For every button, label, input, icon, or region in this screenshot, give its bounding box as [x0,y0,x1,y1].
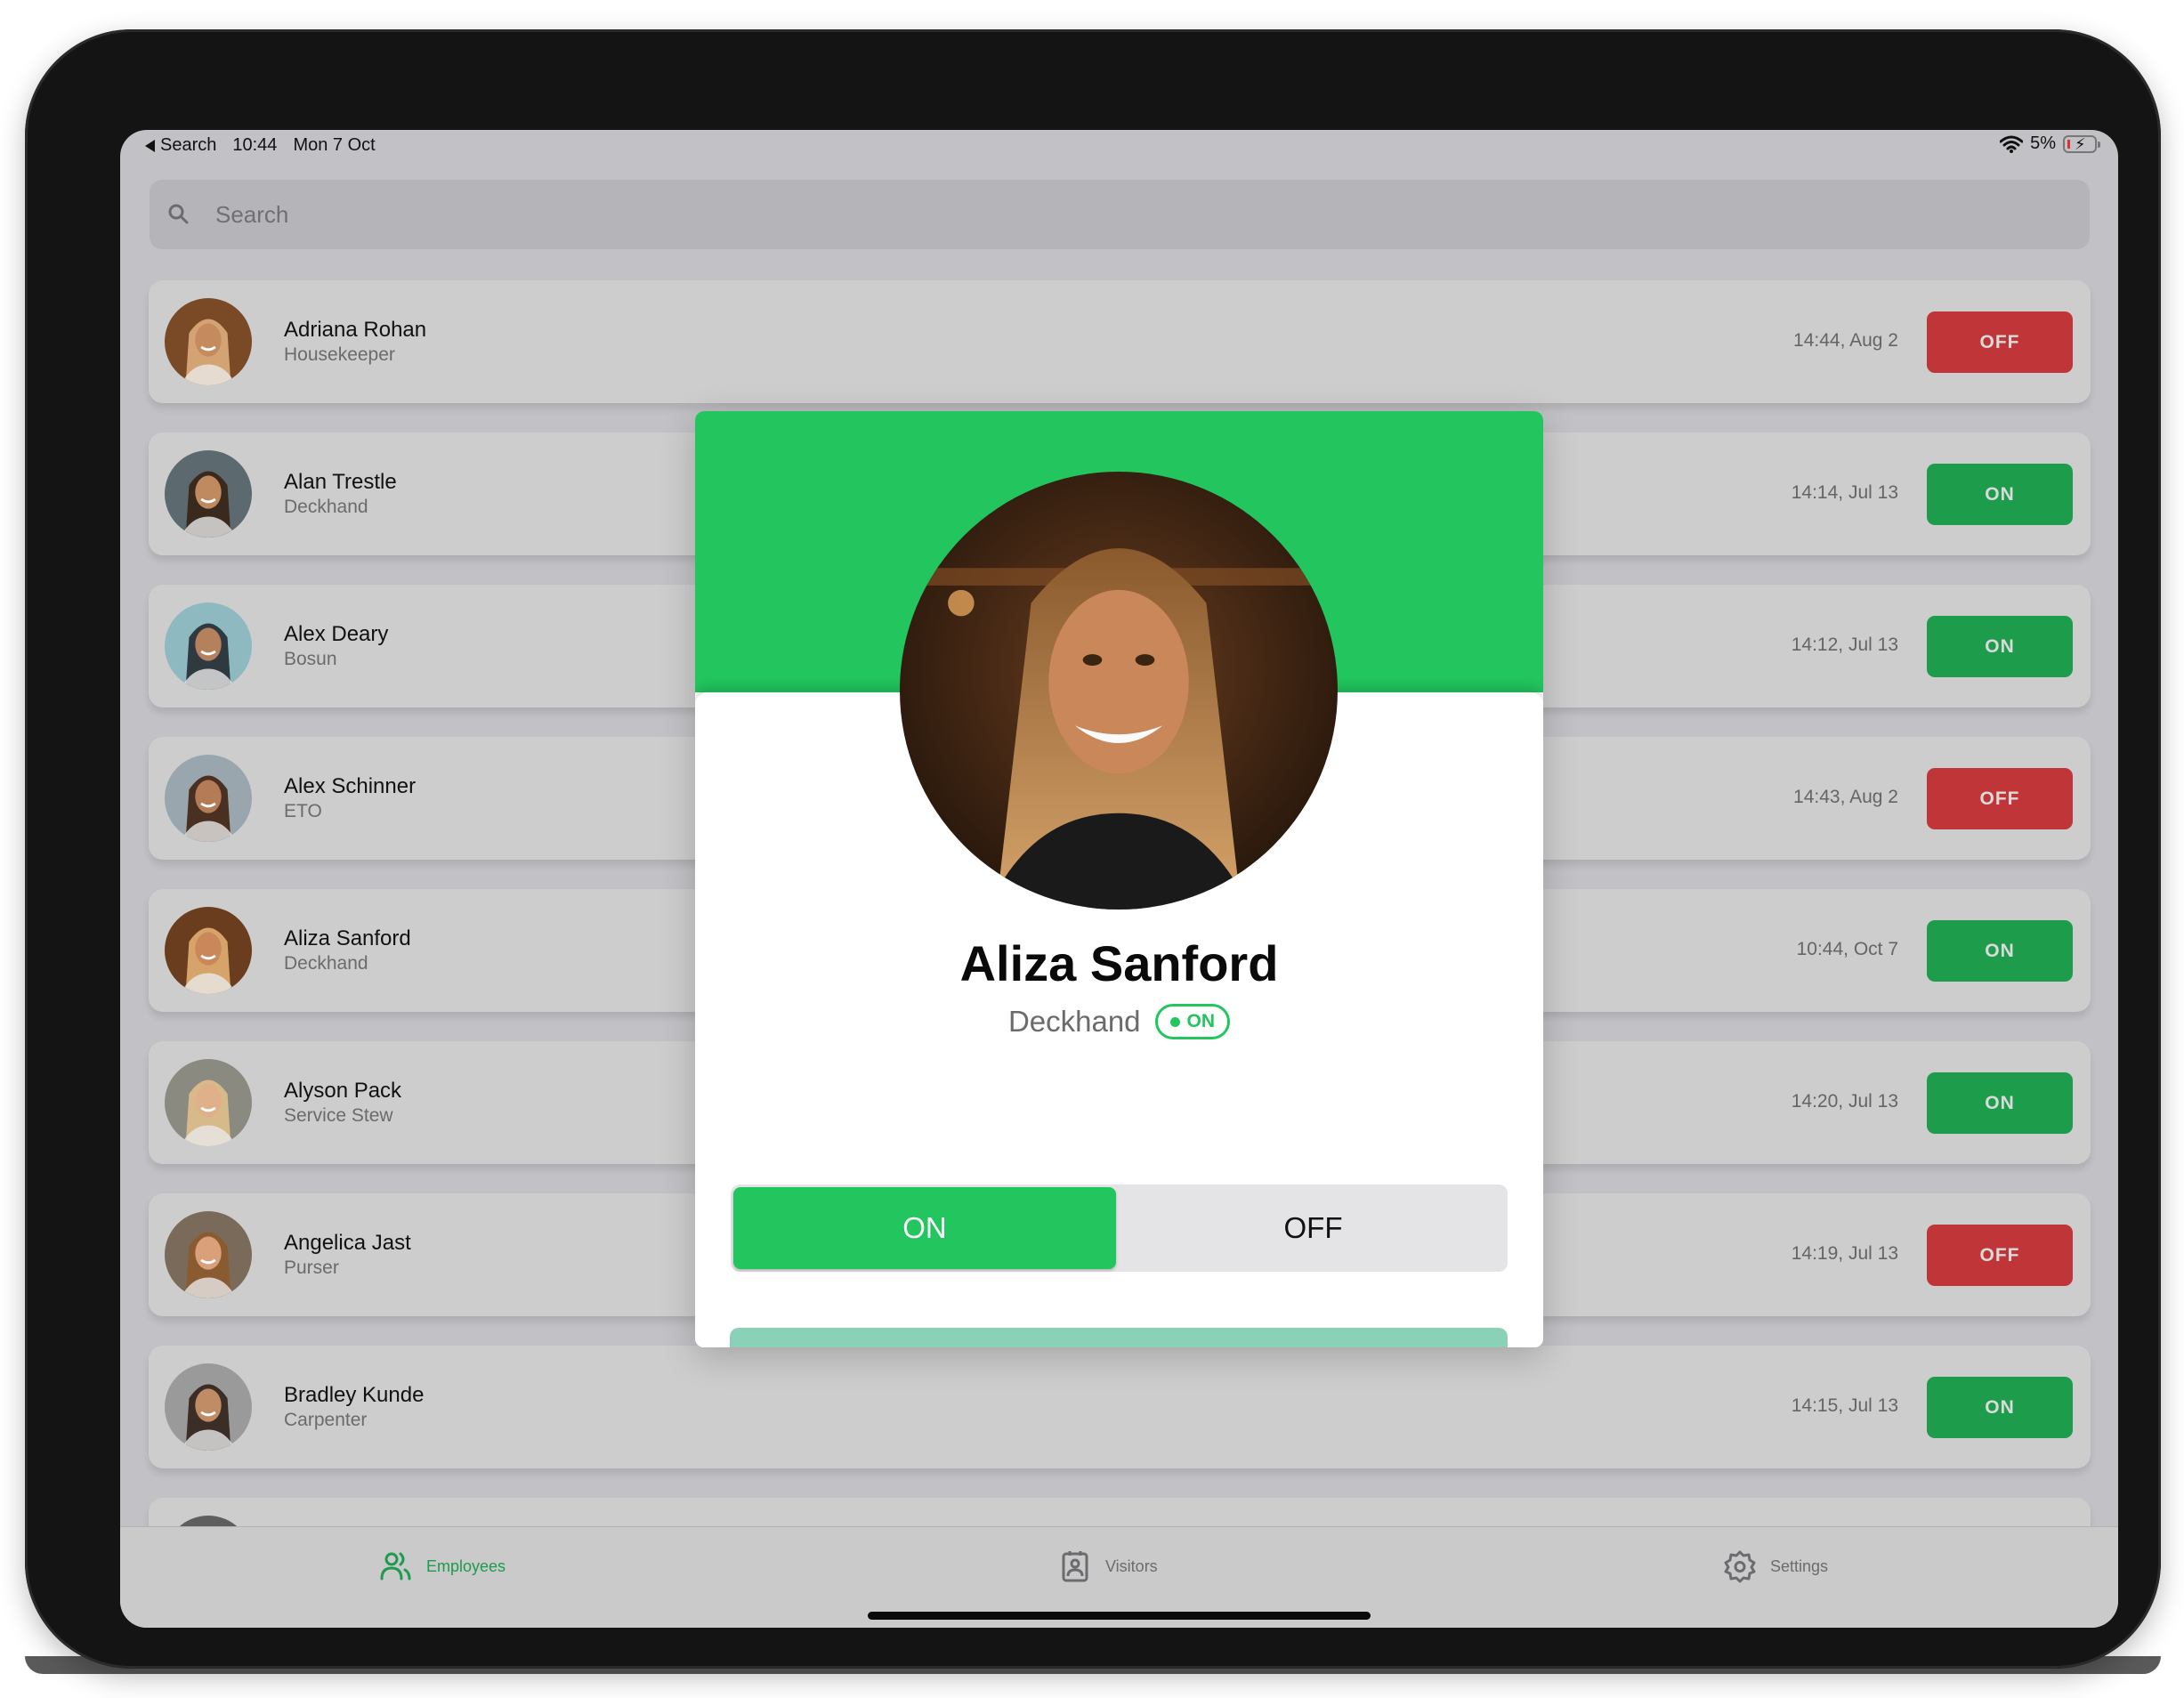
employee-status-modal: Aliza Sanford Deckhand ON ON OFF Save [695,411,1543,1347]
segment-on[interactable]: ON [733,1187,1116,1269]
status-bar: Search 10:44 Mon 7 Oct 5% ⚡ [120,130,2118,169]
status-on-button[interactable]: ON [1927,616,2073,677]
avatar [165,907,252,994]
avatar [165,298,252,385]
status-on-button[interactable]: ON [1927,1072,2073,1134]
avatar [165,450,252,538]
employee-row[interactable]: Adriana Rohan Housekeeper 14:44, Aug 2 OFF [149,280,2091,403]
employee-role: Service Stew [284,1105,393,1126]
last-updated-timestamp: 10:44, Oct 7 [1796,939,1898,959]
segment-off[interactable]: OFF [1119,1187,1508,1269]
last-updated-timestamp: 14:15, Jul 13 [1791,1395,1898,1416]
battery-charging-icon: ⚡ [2063,134,2100,153]
tab-visitors[interactable]: Visitors [1057,1548,1158,1584]
search-bar[interactable] [150,180,2090,249]
status-on-button[interactable]: ON [1927,1377,2073,1438]
status-badge: ON [1154,1004,1231,1039]
screen: Search 10:44 Mon 7 Oct 5% ⚡ Search Adria… [120,130,2118,1628]
tab-employees[interactable]: Employees [378,1548,506,1584]
search-input[interactable] [214,199,1552,230]
on-off-segmented-control: ON OFF [731,1185,1508,1272]
battery-percent: 5% [2030,133,2056,153]
back-label: Search [160,135,217,155]
tab-settings[interactable]: Settings [1722,1548,1828,1584]
employee-name: Alan Trestle [284,470,397,494]
modal-employee-name: Aliza Sanford [959,935,1279,991]
employee-role: Purser [284,1257,339,1278]
employee-name: Angelica Jast [284,1231,411,1255]
gear-icon [1724,1550,1756,1583]
status-off-button[interactable]: OFF [1927,1225,2073,1286]
avatar [165,602,252,690]
employee-name: Alex Schinner [284,774,417,798]
avatar [165,1059,252,1146]
ipad-device-frame: Search 10:44 Mon 7 Oct 5% ⚡ Search Adria… [25,29,2161,1674]
employee-photo [900,472,1338,910]
avatar [165,1211,252,1298]
status-time: 10:44 [232,135,278,155]
employee-role: Carpenter [284,1410,368,1430]
visitor-badge-icon [1062,1551,1088,1582]
avatar [165,755,252,842]
status-off-button[interactable]: OFF [1927,311,2073,373]
tab-visitors-label: Visitors [1105,1556,1158,1575]
avatar [165,1363,252,1451]
employee-role: Deckhand [284,953,368,974]
status-on-button[interactable]: ON [1927,464,2073,525]
home-indicator[interactable] [868,1612,1371,1620]
modal-subtitle: Deckhand ON [695,1004,1543,1039]
employee-role: Bosun [284,649,337,669]
wifi-icon [2000,135,2024,153]
employee-role: Deckhand [284,497,368,517]
employee-name: Alex Deary [284,622,389,646]
last-updated-timestamp: 14:43, Aug 2 [1793,787,1898,807]
search-icon [168,204,189,224]
status-on-button[interactable]: ON [1927,920,2073,982]
employee-name: Adriana Rohan [284,318,427,342]
tab-employees-label: Employees [426,1556,506,1575]
employee-name: Aliza Sanford [284,926,411,950]
employee-name: Bradley Kunde [284,1383,425,1407]
last-updated-timestamp: 14:14, Jul 13 [1791,482,1898,503]
status-date: Mon 7 Oct [293,135,376,155]
back-arrow-icon [145,139,155,152]
status-badge-label: ON [1186,1011,1216,1031]
back-to-search-link[interactable]: Search [145,135,216,156]
employee-role: Housekeeper [284,344,395,365]
employee-name: Alyson Pack [284,1079,402,1103]
employees-icon [380,1552,411,1581]
employee-row[interactable]: Bradley Kunde Carpenter 14:15, Jul 13 ON [149,1346,2091,1468]
last-updated-timestamp: 14:19, Jul 13 [1791,1243,1898,1264]
employee-role: ETO [284,801,322,821]
status-off-button[interactable]: OFF [1927,768,2073,829]
save-button[interactable]: Save [730,1328,1508,1347]
modal-employee-role: Deckhand [1007,1005,1141,1038]
last-updated-timestamp: 14:20, Jul 13 [1791,1091,1898,1112]
status-dot-icon [1169,1016,1180,1027]
last-updated-timestamp: 14:44, Aug 2 [1793,330,1898,351]
tab-settings-label: Settings [1770,1556,1829,1575]
last-updated-timestamp: 14:12, Jul 13 [1791,635,1898,655]
